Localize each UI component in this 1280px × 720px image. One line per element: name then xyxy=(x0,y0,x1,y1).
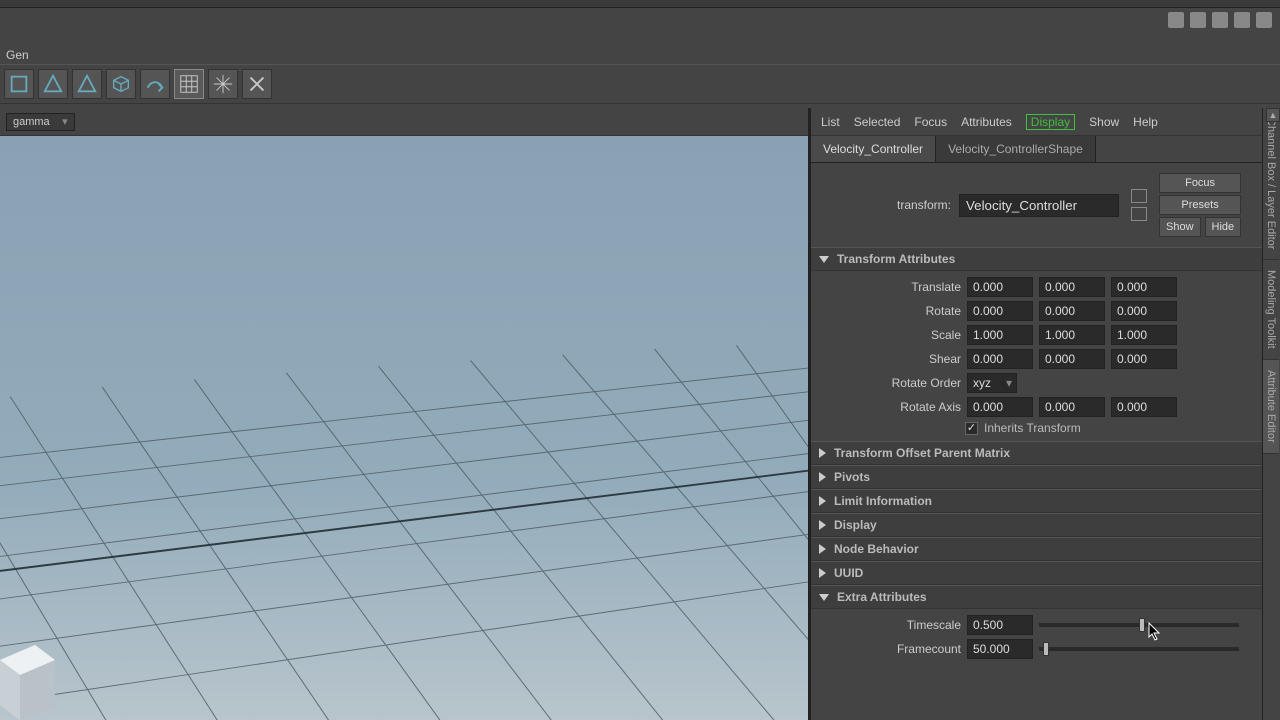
tool-arrow[interactable] xyxy=(140,69,170,99)
shelf-icon-3[interactable] xyxy=(1212,12,1228,28)
rotate-y[interactable] xyxy=(1039,301,1105,321)
section-extra-attributes[interactable]: Extra Attributes xyxy=(811,585,1280,609)
menu-selected[interactable]: Selected xyxy=(854,115,901,129)
rotate-axis-label: Rotate Axis xyxy=(811,400,961,414)
section-transform-attributes[interactable]: Transform Attributes xyxy=(811,247,1280,271)
menu-list[interactable]: List xyxy=(821,115,840,129)
section-pivots[interactable]: Pivots xyxy=(811,465,1280,489)
timescale-input[interactable] xyxy=(967,615,1033,635)
shelf-icon-5[interactable] xyxy=(1256,12,1272,28)
rail-tab-modeling-toolkit[interactable]: Modeling Toolkit xyxy=(1263,260,1279,360)
timescale-slider[interactable] xyxy=(1039,623,1239,627)
section-node-behavior[interactable]: Node Behavior xyxy=(811,537,1280,561)
rotate-order-label: Rotate Order xyxy=(811,376,961,390)
chevron-right-icon xyxy=(819,568,826,578)
section-display[interactable]: Display xyxy=(811,513,1280,537)
chevron-right-icon xyxy=(819,472,826,482)
select-output-icon[interactable] xyxy=(1131,207,1147,221)
rail-tab-attribute-editor[interactable]: Attribute Editor xyxy=(1263,360,1279,454)
menu-display[interactable]: Display xyxy=(1026,114,1075,130)
rotate-label: Rotate xyxy=(811,304,961,318)
rotate-axis-y[interactable] xyxy=(1039,397,1105,417)
rotate-z[interactable] xyxy=(1111,301,1177,321)
inherits-transform-checkbox[interactable] xyxy=(965,422,978,435)
framecount-input[interactable] xyxy=(967,639,1033,659)
rotate-order-select[interactable]: xyz xyxy=(967,373,1017,393)
menu-attributes[interactable]: Attributes xyxy=(961,115,1012,129)
scroll-up-icon[interactable]: ▲ xyxy=(1266,108,1280,122)
chevron-right-icon xyxy=(819,544,826,554)
rotate-axis-x[interactable] xyxy=(967,397,1033,417)
menu-help[interactable]: Help xyxy=(1133,115,1158,129)
chevron-right-icon xyxy=(819,448,826,458)
chevron-right-icon xyxy=(819,520,826,530)
tab-velocity-controller[interactable]: Velocity_Controller xyxy=(811,136,936,162)
timescale-label: Timescale xyxy=(811,618,961,632)
menu-show[interactable]: Show xyxy=(1089,115,1119,129)
shelf-toolbar xyxy=(0,64,1280,104)
shear-z[interactable] xyxy=(1111,349,1177,369)
shear-y[interactable] xyxy=(1039,349,1105,369)
translate-label: Translate xyxy=(811,280,961,294)
tool-grid[interactable] xyxy=(174,69,204,99)
menu-gen[interactable]: Gen xyxy=(0,46,35,64)
shelf-icon-1[interactable] xyxy=(1168,12,1184,28)
tab-velocity-controller-shape[interactable]: Velocity_ControllerShape xyxy=(936,136,1096,162)
section-uuid[interactable]: UUID xyxy=(811,561,1280,585)
chevron-down-icon xyxy=(819,256,829,263)
shear-label: Shear xyxy=(811,352,961,366)
framecount-slider[interactable] xyxy=(1039,647,1239,651)
framecount-label: Framecount xyxy=(811,642,961,656)
translate-z[interactable] xyxy=(1111,277,1177,297)
hide-button[interactable]: Hide xyxy=(1205,217,1242,237)
chevron-right-icon xyxy=(819,496,826,506)
viewport-3d[interactable] xyxy=(0,136,808,720)
tool-poly-2[interactable] xyxy=(38,69,68,99)
tool-cube[interactable] xyxy=(106,69,136,99)
section-limit-information[interactable]: Limit Information xyxy=(811,489,1280,513)
show-button[interactable]: Show xyxy=(1159,217,1201,237)
focus-button[interactable]: Focus xyxy=(1159,173,1241,193)
colorspace-dropdown[interactable]: gamma xyxy=(6,113,75,131)
node-type-label: transform: xyxy=(821,198,951,212)
scale-y[interactable] xyxy=(1039,325,1105,345)
shelf-icon-4[interactable] xyxy=(1234,12,1250,28)
scale-z[interactable] xyxy=(1111,325,1177,345)
tool-poly-1[interactable] xyxy=(4,69,34,99)
shelf-icon-2[interactable] xyxy=(1190,12,1206,28)
section-offset-parent-matrix[interactable]: Transform Offset Parent Matrix xyxy=(811,441,1280,465)
rotate-axis-z[interactable] xyxy=(1111,397,1177,417)
scale-x[interactable] xyxy=(967,325,1033,345)
presets-button[interactable]: Presets xyxy=(1159,195,1241,215)
menu-focus[interactable]: Focus xyxy=(914,115,947,129)
rail-tab-channel-box[interactable]: Channel Box / Layer Editor xyxy=(1263,108,1279,260)
translate-x[interactable] xyxy=(967,277,1033,297)
translate-y[interactable] xyxy=(1039,277,1105,297)
rotate-x[interactable] xyxy=(967,301,1033,321)
chevron-down-icon xyxy=(819,594,829,601)
ground-grid xyxy=(0,311,808,720)
tool-spark[interactable] xyxy=(208,69,238,99)
shear-x[interactable] xyxy=(967,349,1033,369)
inherits-transform-label: Inherits Transform xyxy=(984,421,1081,435)
scale-label: Scale xyxy=(811,328,961,342)
select-input-icon[interactable] xyxy=(1131,189,1147,203)
tool-cross[interactable] xyxy=(242,69,272,99)
node-name-input[interactable] xyxy=(959,194,1119,217)
section-title: Transform Attributes xyxy=(837,252,955,266)
tool-poly-3[interactable] xyxy=(72,69,102,99)
attribute-editor: List Selected Focus Attributes Display S… xyxy=(810,108,1280,720)
scene-cube xyxy=(0,630,70,720)
section-title: Extra Attributes xyxy=(837,590,927,604)
